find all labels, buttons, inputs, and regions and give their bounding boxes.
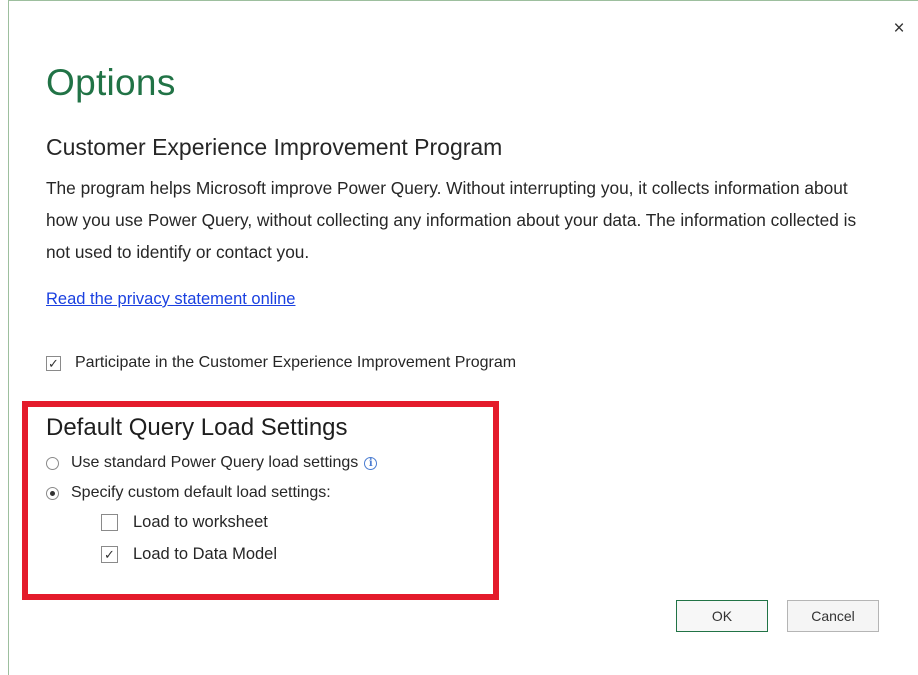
load-to-data-model-label: Load to Data Model <box>133 545 278 563</box>
load-to-worksheet-label: Load to worksheet <box>133 513 268 531</box>
load-to-worksheet-row: Load to worksheet <box>101 513 268 532</box>
load-to-worksheet-checkbox[interactable] <box>101 514 118 531</box>
custom-load-label: Specify custom default load settings: <box>71 484 331 501</box>
standard-load-label: Use standard Power Query load settings <box>71 454 359 471</box>
dialog-title: Options <box>46 62 176 103</box>
privacy-statement-link[interactable]: Read the privacy statement online <box>46 290 295 309</box>
standard-load-radio[interactable] <box>46 456 59 470</box>
ceip-description: The program helps Microsoft improve Powe… <box>46 178 857 262</box>
participate-row: ✓ Participate in the Customer Experience… <box>46 351 516 375</box>
load-to-data-model-row: ✓ Load to Data Model <box>101 545 277 564</box>
load-settings-heading: Default Query Load Settings <box>46 414 348 441</box>
close-icon[interactable]: × <box>888 18 910 40</box>
ok-button[interactable]: OK <box>676 600 768 632</box>
participate-checkbox[interactable]: ✓ <box>46 355 61 371</box>
custom-load-option: Specify custom default load settings: <box>46 484 331 502</box>
ceip-heading: Customer Experience Improvement Program <box>46 134 503 160</box>
load-to-data-model-checkbox[interactable]: ✓ <box>101 546 118 563</box>
standard-load-option: Use standard Power Query load settings i <box>46 454 378 472</box>
radio-selected-dot <box>50 490 55 496</box>
custom-load-radio[interactable] <box>46 486 59 500</box>
cancel-button[interactable]: Cancel <box>787 600 879 632</box>
participate-label: Participate in the Customer Experience I… <box>75 354 517 371</box>
info-icon[interactable]: i <box>364 456 378 470</box>
checkmark-icon: ✓ <box>48 355 59 371</box>
checkmark-icon: ✓ <box>104 547 115 562</box>
